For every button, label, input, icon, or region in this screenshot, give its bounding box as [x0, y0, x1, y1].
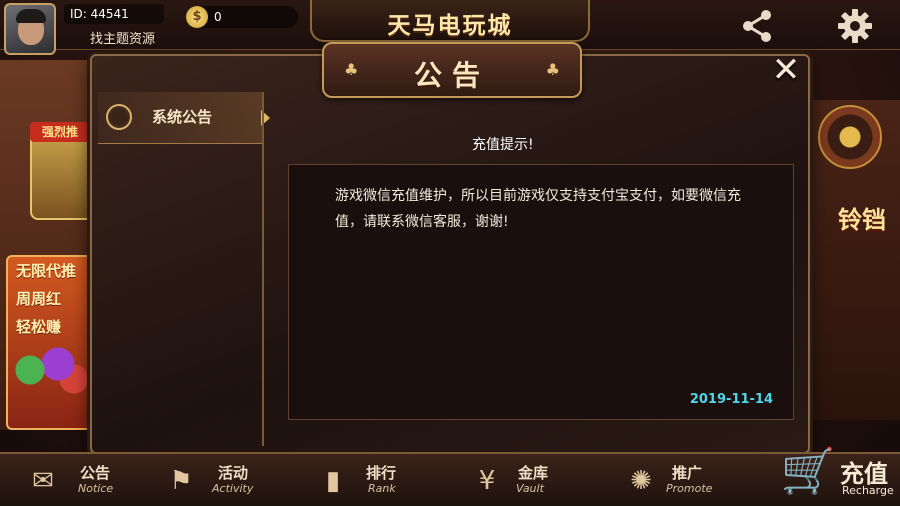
notice-title: 充值提示! [472, 137, 534, 153]
share-icon[interactable] [738, 6, 778, 46]
announcement-sidebar: 系统公告 [98, 92, 270, 446]
bottom-nav: ✉ 公告 Notice ⚑ 活动 Activity ▮ 排行 Rank ¥ 金库… [0, 452, 900, 506]
nav-activity[interactable]: ⚑ 活动 Activity [160, 454, 280, 506]
cart-icon: 🛒 [780, 446, 836, 497]
user-id: ID: 44541 [64, 4, 164, 24]
promote-icon: ✺ [630, 466, 652, 496]
recharge-sublabel: Recharge [842, 484, 894, 497]
dialog-header: ♣ 公告 ♣ [322, 42, 582, 98]
notice-body: 游戏微信充值维护，所以目前游戏仅支持支付宝支付，如要微信充值，请联系微信客服，谢… [335, 188, 741, 230]
dialog-title: 公告 [413, 59, 490, 92]
tab-label: 系统公告 [152, 108, 213, 126]
avatar[interactable] [4, 3, 56, 55]
nav-rank[interactable]: ▮ 排行 Rank [312, 454, 422, 506]
close-button[interactable]: ✕ [766, 50, 806, 90]
radio-selected-icon [106, 104, 132, 130]
announcement-dialog: ♣ 公告 ♣ ✕ 系统公告 充值提示! 游戏微信充值维护，所以目前游戏仅支持支付… [90, 42, 810, 454]
nav-label: 公告 [80, 464, 111, 482]
user-nickname: 找主题资源 [90, 32, 156, 47]
tab-system-notice[interactable]: 系统公告 [98, 92, 270, 144]
flag-icon: ⚑ [169, 466, 193, 496]
nav-label: 推广 [672, 464, 703, 482]
promo-line: 周周红 [16, 290, 62, 308]
coin-balance[interactable]: $ 0 [186, 6, 298, 28]
title-plate: 天马电玩城 [310, 0, 590, 42]
avatar-hair [16, 9, 46, 23]
sidebar-divider [262, 92, 264, 446]
nav-notice[interactable]: ✉ 公告 Notice [22, 454, 132, 506]
nav-sublabel: Promote [666, 482, 713, 495]
nav-sublabel: Vault [516, 482, 544, 495]
yen-icon: ¥ [478, 466, 496, 496]
coin-value: 0 [214, 10, 222, 24]
nav-label: 金库 [518, 464, 549, 482]
nav-sublabel: Rank [368, 482, 396, 495]
nav-vault[interactable]: ¥ 金库 Vault [466, 454, 576, 506]
promo-line: 无限代推 [16, 262, 77, 280]
roulette-wheel-image [818, 105, 882, 169]
recharge-button[interactable]: 🛒 充值 Recharge [770, 418, 900, 506]
nav-promote[interactable]: ✺ 推广 Promote [620, 454, 740, 506]
game-title: 天马电玩城 [387, 13, 513, 39]
club-icon: ♣ [545, 60, 560, 79]
gear-icon[interactable] [835, 6, 875, 46]
nav-label: 活动 [218, 464, 249, 482]
casino-chips-image [10, 340, 90, 400]
envelope-icon: ✉ [32, 466, 54, 496]
promo-line: 轻松赚 [16, 318, 62, 336]
nav-sublabel: Notice [78, 482, 114, 495]
right-banner-text: 铃铛 [838, 206, 886, 234]
coin-icon: $ [186, 6, 208, 28]
bars-icon: ▮ [325, 466, 341, 496]
notice-date: 2019-11-14 [689, 392, 773, 407]
notice-panel: 游戏微信充值维护，所以目前游戏仅支持支付宝支付，如要微信充值，请联系微信客服，谢… [288, 164, 794, 420]
slot-tag: 强烈推 [30, 122, 90, 142]
nav-sublabel: Activity [212, 482, 254, 495]
nav-label: 排行 [366, 464, 397, 482]
